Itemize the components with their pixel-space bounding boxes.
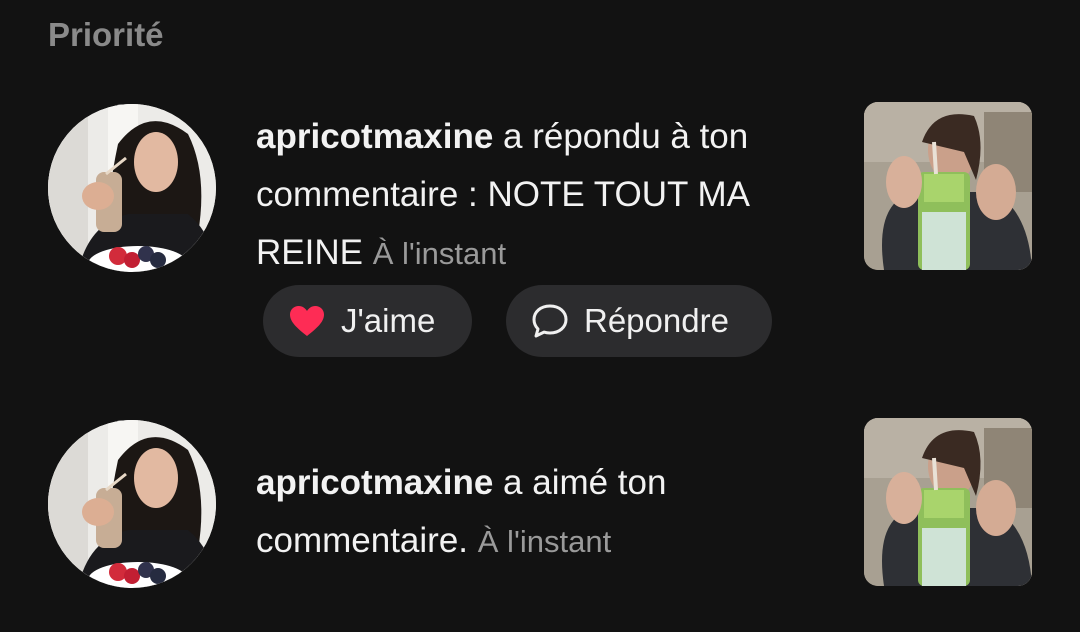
reply-label: Répondre xyxy=(584,302,729,339)
video-thumbnail[interactable] xyxy=(864,102,1032,270)
username[interactable]: apricotmaxine xyxy=(256,463,493,502)
avatar[interactable] xyxy=(48,420,216,588)
comment-bubble-icon xyxy=(530,301,570,341)
like-button[interactable]: J'aime xyxy=(263,285,472,357)
username[interactable]: apricotmaxine xyxy=(256,117,493,156)
video-thumbnail[interactable] xyxy=(864,418,1032,586)
like-label: J'aime xyxy=(341,302,436,339)
reply-button[interactable]: Répondre xyxy=(506,285,772,357)
notification-text[interactable]: apricotmaxine a aimé ton commentaire. À … xyxy=(256,454,836,571)
notification-text[interactable]: apricotmaxine a répondu à ton commentair… xyxy=(256,108,836,283)
timestamp: À l'instant xyxy=(372,236,507,271)
notification-actions: J'aime Répondre xyxy=(263,285,772,357)
section-title: Priorité xyxy=(48,16,164,53)
notification-item[interactable]: apricotmaxine a répondu à ton commentair… xyxy=(0,102,1080,364)
heart-icon xyxy=(287,301,327,341)
avatar[interactable] xyxy=(48,104,216,272)
timestamp: À l'instant xyxy=(477,524,612,559)
notification-item[interactable]: apricotmaxine a aimé ton commentaire. À … xyxy=(0,418,1080,590)
